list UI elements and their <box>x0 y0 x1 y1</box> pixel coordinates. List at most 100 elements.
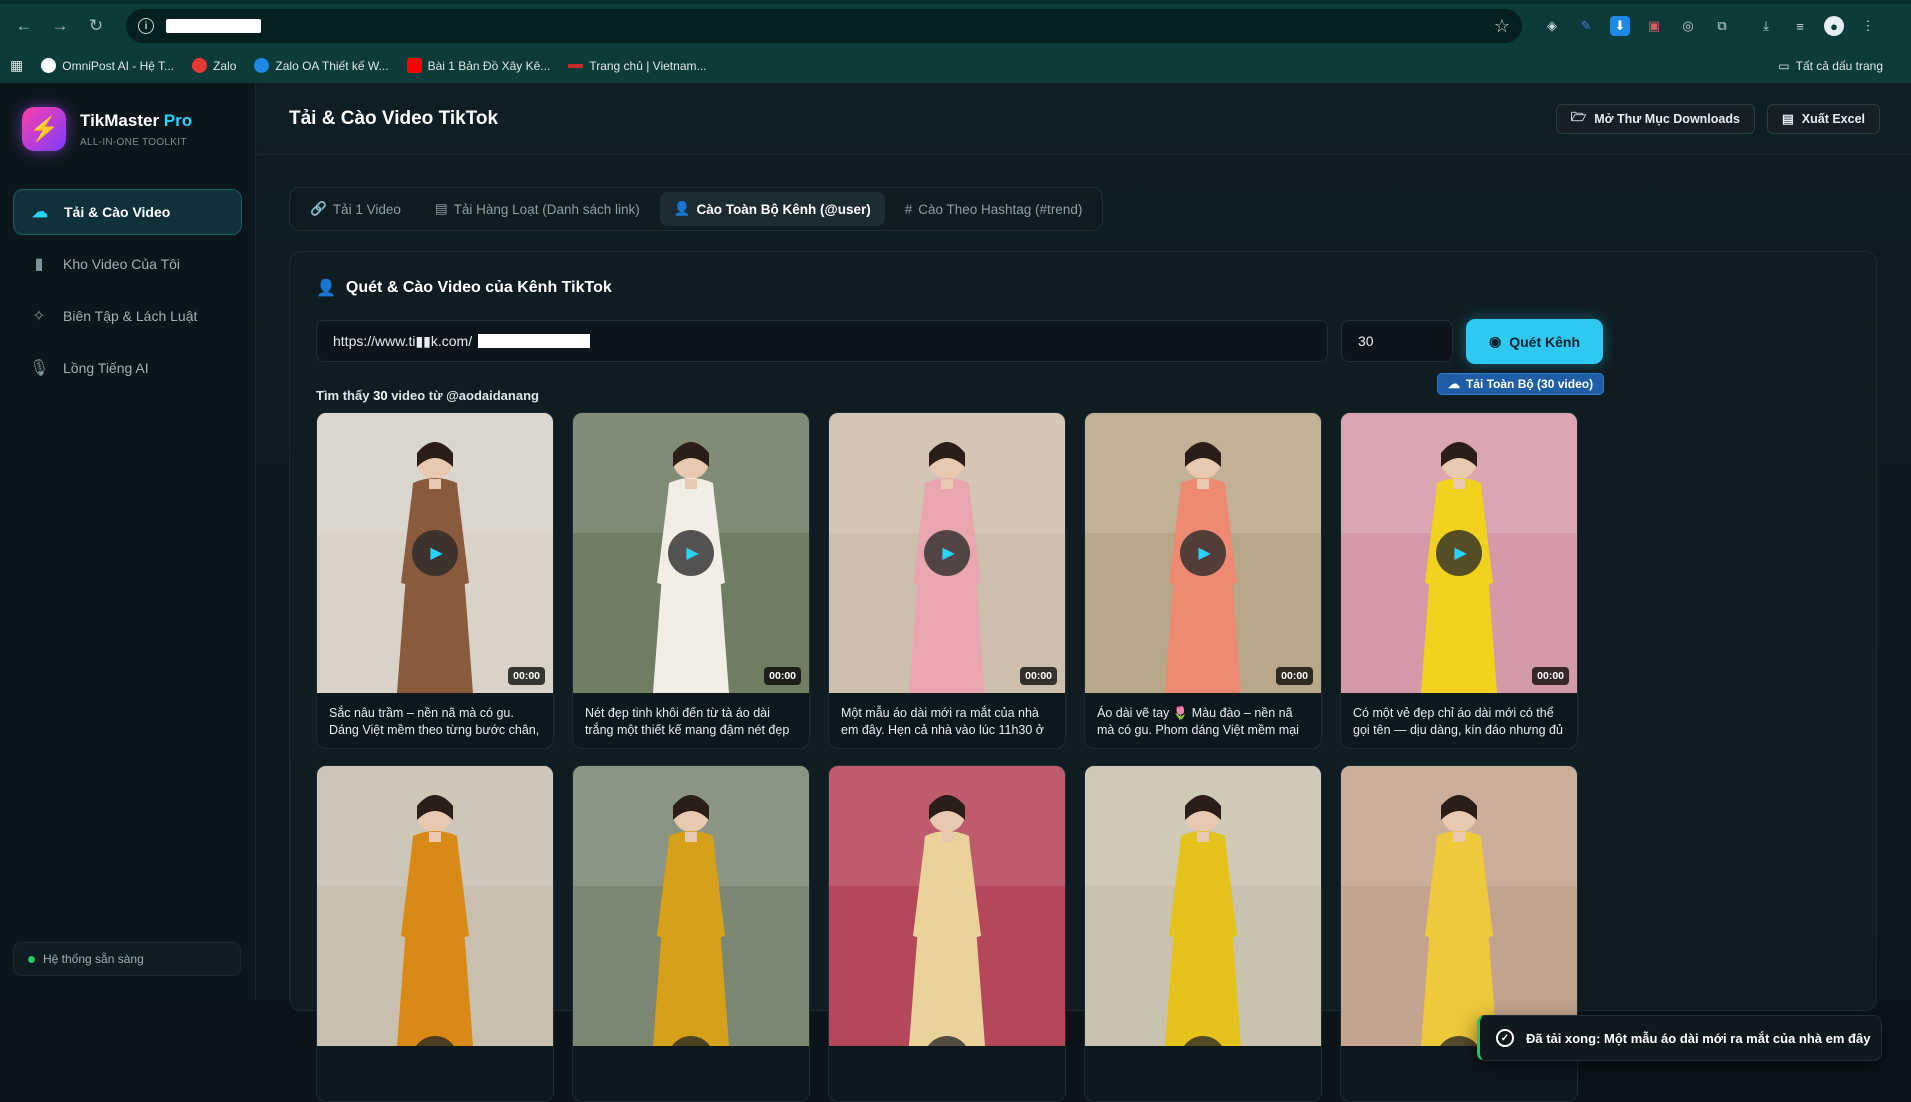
app-root: ⚡ TikMaster Pro ALL-IN-ONE TOOLKIT ☁ Tải… <box>0 83 1911 1102</box>
all-bookmarks[interactable]: ▭ Tất cả dấu trang <box>1778 59 1883 73</box>
hashtag-icon: # <box>904 201 913 217</box>
video-thumbnail[interactable]: ▶ <box>829 766 1065 1046</box>
extension-icon[interactable]: ◈ <box>1542 16 1562 36</box>
extension-icon[interactable]: ⬇ <box>1610 16 1630 36</box>
scan-channel-button[interactable]: ◉ Quét Kênh <box>1466 319 1603 364</box>
browser-toolbar: ← → ↻ i ☆ ◈ ✎ ⬇ ▣ ◎ ⧉ ⤓ ≡ ● ⋮ <box>0 4 1911 48</box>
video-thumbnail[interactable]: ▶ 00:00 <box>317 413 553 693</box>
sidebar-item-voice[interactable]: 🎙 Lồng Tiếng AI <box>13 345 242 391</box>
forward-icon[interactable]: → <box>46 12 74 40</box>
sidebar-item-library[interactable]: ▮ Kho Video Của Tôi <box>13 241 242 287</box>
video-thumbnail[interactable]: ▶ <box>317 766 553 1046</box>
bookmark-label: Zalo OA Thiết kế W... <box>275 58 389 73</box>
video-thumbnail[interactable]: ▶ <box>1085 766 1321 1046</box>
status-dot-icon <box>28 955 35 963</box>
microphone-icon: 🎙 <box>29 360 50 377</box>
brand-name-main: TikMaster <box>80 110 160 130</box>
video-thumbnail[interactable]: ▶ 00:00 <box>1341 413 1577 693</box>
download-icon[interactable]: ⤓ <box>1756 16 1776 36</box>
video-card: ▶ <box>572 765 810 1102</box>
puzzle-icon[interactable]: ⧉ <box>1712 16 1732 36</box>
bookmark-item[interactable]: Bài 1 Bản Đồ Xây Kê... <box>406 58 551 73</box>
bookmark-item[interactable]: Trang chủ | Vietnam... <box>568 59 707 73</box>
folder-icon: ▭ <box>1778 58 1790 73</box>
sidebar-item-label: Tải & Cào Video <box>64 204 171 220</box>
brand: ⚡ TikMaster Pro ALL-IN-ONE TOOLKIT <box>0 83 255 175</box>
sidebar-item-download[interactable]: ☁ Tải & Cào Video <box>13 189 242 235</box>
sidebar-item-label: Lồng Tiếng AI <box>63 360 149 376</box>
extension-icon[interactable]: ◎ <box>1678 16 1698 36</box>
duration-badge: 00:00 <box>764 667 801 685</box>
menu-icon[interactable]: ⋮ <box>1858 16 1878 36</box>
reading-list-icon[interactable]: ≡ <box>1790 16 1810 36</box>
profile-avatar[interactable]: ● <box>1824 16 1844 36</box>
favicon-icon <box>568 63 584 68</box>
sidebar: ⚡ TikMaster Pro ALL-IN-ONE TOOLKIT ☁ Tải… <box>0 83 256 1001</box>
brand-subtitle: ALL-IN-ONE TOOLKIT <box>80 136 187 148</box>
video-thumbnail[interactable]: ▶ <box>1341 766 1577 1046</box>
url-redaction <box>478 334 591 348</box>
bookmark-label: OmniPost AI - Hệ T... <box>62 58 175 73</box>
video-card: ▶ <box>828 765 1066 1102</box>
download-all-label: Tải Toàn Bộ (30 video) <box>1465 377 1594 391</box>
sidebar-item-label: Biên Tập & Lách Luật <box>63 308 198 324</box>
video-thumbnail[interactable]: ▶ 00:00 <box>573 413 809 693</box>
play-icon[interactable]: ▶ <box>412 530 458 576</box>
video-title: Sắc nâu trầm – nền nã mà có gu. Dáng Việ… <box>329 706 540 737</box>
favicon-icon <box>192 58 208 73</box>
video-card-body: Có một vẻ đẹp chỉ áo dài mới có thể gọi … <box>1341 693 1577 748</box>
video-card: ▶ 00:00 Áo dài vẽ tay 🌷 Màu đào – nền nã m… <box>1084 412 1322 749</box>
tab-channel[interactable]: 👤 Cào Toàn Bộ Kênh (@user) <box>659 192 885 226</box>
bookmark-item[interactable]: OmniPost AI - Hệ T... <box>41 58 174 73</box>
mode-tabs: 🔗 Tải 1 Video ▤ Tải Hàng Loạt (Danh sách l… <box>289 187 1104 231</box>
play-icon[interactable]: ▶ <box>1436 530 1482 576</box>
panel-title-label: Quét & Cào Video của Kênh TikTok <box>345 279 612 296</box>
browser-chrome: ← → ↻ i ☆ ◈ ✎ ⬇ ▣ ◎ ⧉ ⤓ ≡ ● ⋮ ▦ OmniPost… <box>0 0 1911 83</box>
play-icon[interactable]: ▶ <box>668 530 714 576</box>
extensions-row: ◈ ✎ ⬇ ▣ ◎ ⧉ ⤓ ≡ ● ⋮ <box>1542 16 1878 36</box>
favicon-icon <box>41 58 57 73</box>
radar-icon: ◉ <box>1489 333 1502 349</box>
apps-icon[interactable]: ▦ <box>10 57 23 74</box>
sidebar-item-editor[interactable]: ✧ Biên Tập & Lách Luật <box>13 293 242 339</box>
extension-icon[interactable]: ✎ <box>1576 16 1596 36</box>
reload-icon[interactable]: ↻ <box>82 12 110 40</box>
bookmark-label: Bài 1 Bản Đồ Xây Kê... <box>427 58 551 73</box>
tab-hashtag[interactable]: # Cào Theo Hashtag (#trend) <box>891 192 1097 226</box>
bookmark-item[interactable]: Zalo OA Thiết kế W... <box>254 58 389 73</box>
tab-batch[interactable]: ▤ Tải Hàng Loạt (Danh sách link) <box>421 192 654 226</box>
list-icon: ▤ <box>434 201 448 216</box>
duration-badge: 00:00 <box>508 667 545 685</box>
channel-url-input[interactable]: https://www.ti▮▮k.com/ <box>316 320 1328 362</box>
scan-channel-label: Quét Kênh <box>1509 333 1580 350</box>
site-info-icon[interactable]: i <box>138 18 154 34</box>
download-all-button[interactable]: ☁ Tải Toàn Bộ (30 video) <box>1437 373 1604 395</box>
bookmark-item[interactable]: Zalo <box>192 58 236 73</box>
video-thumbnail[interactable]: ▶ 00:00 <box>829 413 1065 693</box>
user-search-icon: 👤 <box>316 280 336 297</box>
duration-badge: 00:00 <box>1020 667 1057 685</box>
all-bookmarks-label: Tất cả dấu trang <box>1795 58 1883 73</box>
thumbnail-image <box>1085 766 1321 1046</box>
video-count-input[interactable]: 30 <box>1341 320 1453 362</box>
extension-icon[interactable]: ▣ <box>1644 16 1664 36</box>
video-thumbnail[interactable]: ▶ <box>573 766 809 1046</box>
play-icon[interactable]: ▶ <box>924 530 970 576</box>
found-prefix: Tìm thấy <box>316 388 370 403</box>
system-status: Hệ thống sẵn sàng <box>13 942 241 976</box>
thumbnail-image <box>1341 766 1577 1046</box>
cloud-download-icon: ☁ <box>1447 377 1460 391</box>
open-folder-button[interactable]: 🗁 Mở Thư Mục Downloads <box>1555 103 1755 134</box>
video-card: ▶ 00:00 Nét đẹp tinh khôi đến từ tà áo dài… <box>572 412 810 749</box>
play-icon[interactable]: ▶ <box>1180 530 1226 576</box>
main-header: Tải & Cào Video TikTok 🗁 Mở Thư Mục Down… <box>257 83 1911 155</box>
bookmark-star-icon[interactable]: ☆ <box>1494 16 1510 37</box>
thumbnail-image <box>317 766 553 1046</box>
video-thumbnail[interactable]: ▶ 00:00 <box>1085 413 1321 693</box>
video-card-body: Áo dài vẽ tay 🌷 Màu đào – nền nã mà có g… <box>1085 693 1321 748</box>
address-bar[interactable]: i ☆ <box>126 9 1522 43</box>
toast-message: Đã tải xong: Một mẫu áo dài mới ra mắt c… <box>1526 1030 1871 1046</box>
tab-single-video[interactable]: 🔗 Tải 1 Video <box>296 192 415 226</box>
back-icon[interactable]: ← <box>10 12 38 40</box>
export-excel-button[interactable]: ▤ Xuất Excel <box>1766 103 1880 134</box>
